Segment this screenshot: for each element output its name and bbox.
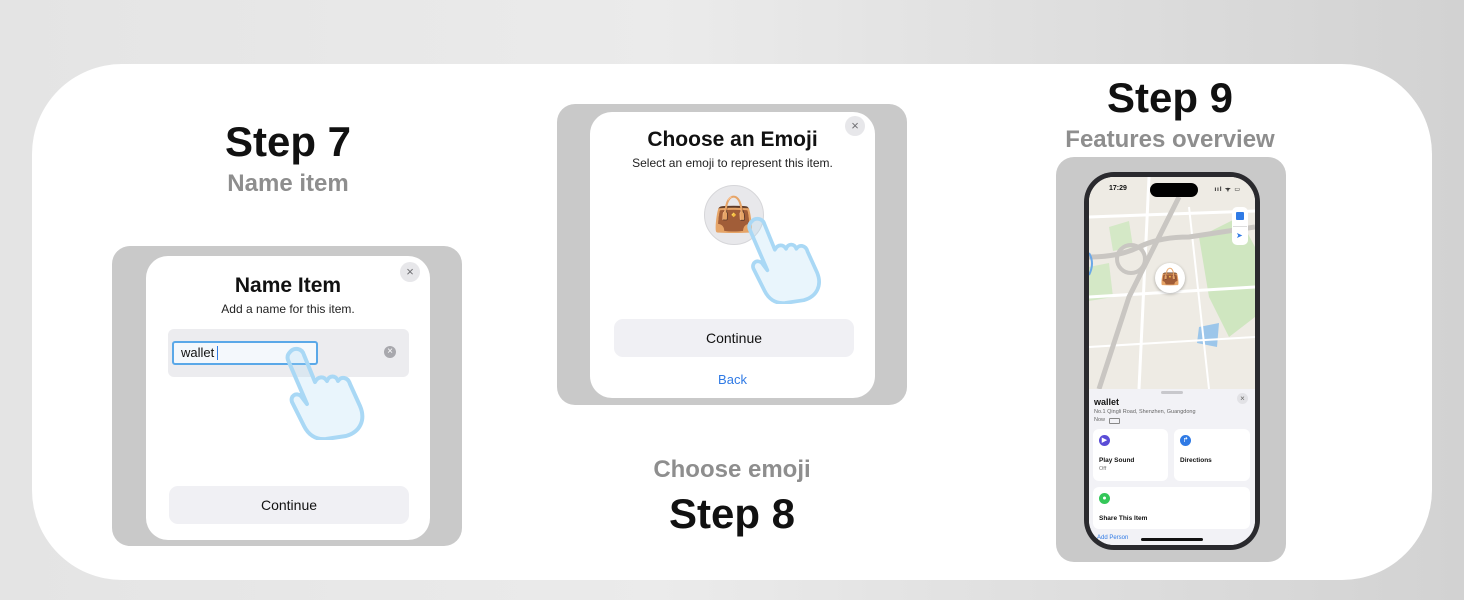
share-item-card[interactable]: ● Share This Item: [1093, 487, 1250, 529]
continue-button[interactable]: Continue: [614, 319, 854, 357]
map-view[interactable]: 17:29 ııl ᯤ ▭ ➤ 👜: [1089, 177, 1255, 389]
item-name: wallet: [1094, 397, 1120, 407]
play-icon: ▶: [1099, 435, 1110, 446]
close-icon[interactable]: ×: [1237, 393, 1248, 404]
home-indicator: [1141, 538, 1203, 541]
step7-subtitle: Name item: [227, 170, 349, 197]
phone: 17:29 ııl ᯤ ▭ ➤ 👜 wallet No.1 Qingli Roa…: [1084, 172, 1260, 550]
item-sheet: wallet No.1 Qingli Road, Shenzhen, Guang…: [1089, 389, 1255, 545]
location-arrow-icon[interactable]: ➤: [1236, 231, 1243, 241]
map-mode-icon[interactable]: [1236, 212, 1244, 220]
phone-screen: 17:29 ııl ᯤ ▭ ➤ 👜 wallet No.1 Qingli Roa…: [1089, 177, 1255, 545]
add-person-link[interactable]: Add Person: [1097, 535, 1128, 541]
dialog-subtitle: Select an emoji to represent this item.: [632, 156, 833, 170]
people-icon: ●: [1099, 493, 1110, 504]
directions-card[interactable]: ↱ Directions: [1174, 429, 1250, 481]
name-input-value: wallet: [181, 345, 215, 360]
battery-icon: [1109, 418, 1120, 424]
step8-title: Step 8: [668, 490, 796, 537]
step7-title: Step 7: [224, 118, 352, 165]
dialog-title: Name Item: [234, 274, 342, 297]
clear-icon[interactable]: ×: [384, 346, 396, 358]
dialog-title: Choose an Emoji: [647, 128, 818, 151]
dynamic-island: [1150, 183, 1198, 197]
dialog-subtitle: Add a name for this item.: [221, 302, 355, 316]
continue-button[interactable]: Continue: [169, 486, 409, 524]
item-time: Now: [1094, 417, 1106, 423]
pointing-hand-icon: [285, 346, 365, 440]
step9-title: Step 9: [1106, 74, 1234, 121]
map-controls: ➤: [1232, 207, 1248, 245]
item-address: No.1 Qingli Road, Shenzhen, Guangdong: [1094, 409, 1196, 415]
directions-icon: ↱: [1180, 435, 1191, 446]
sheet-grabber[interactable]: [1161, 391, 1183, 394]
play-sound-card[interactable]: ▶ Play Sound Off: [1093, 429, 1168, 481]
pointing-hand-icon: [747, 216, 821, 304]
choose-emoji-dialog: × Choose an Emoji Select an emoji to rep…: [590, 112, 875, 398]
step8-subtitle: Choose emoji: [653, 456, 811, 483]
status-time: 17:29: [1109, 185, 1127, 192]
directions-label: Directions: [1180, 457, 1212, 464]
play-sound-label: Play Sound: [1099, 457, 1135, 464]
text-cursor: [217, 346, 218, 360]
status-icons: ııl ᯤ ▭: [1214, 187, 1241, 193]
play-sound-status: Off: [1099, 466, 1107, 472]
step9-subtitle: Features overview: [1065, 126, 1275, 153]
back-link[interactable]: Back: [590, 372, 875, 387]
share-item-label: Share This Item: [1099, 515, 1148, 522]
item-map-pin[interactable]: 👜: [1155, 263, 1185, 293]
divider: [1233, 226, 1247, 227]
